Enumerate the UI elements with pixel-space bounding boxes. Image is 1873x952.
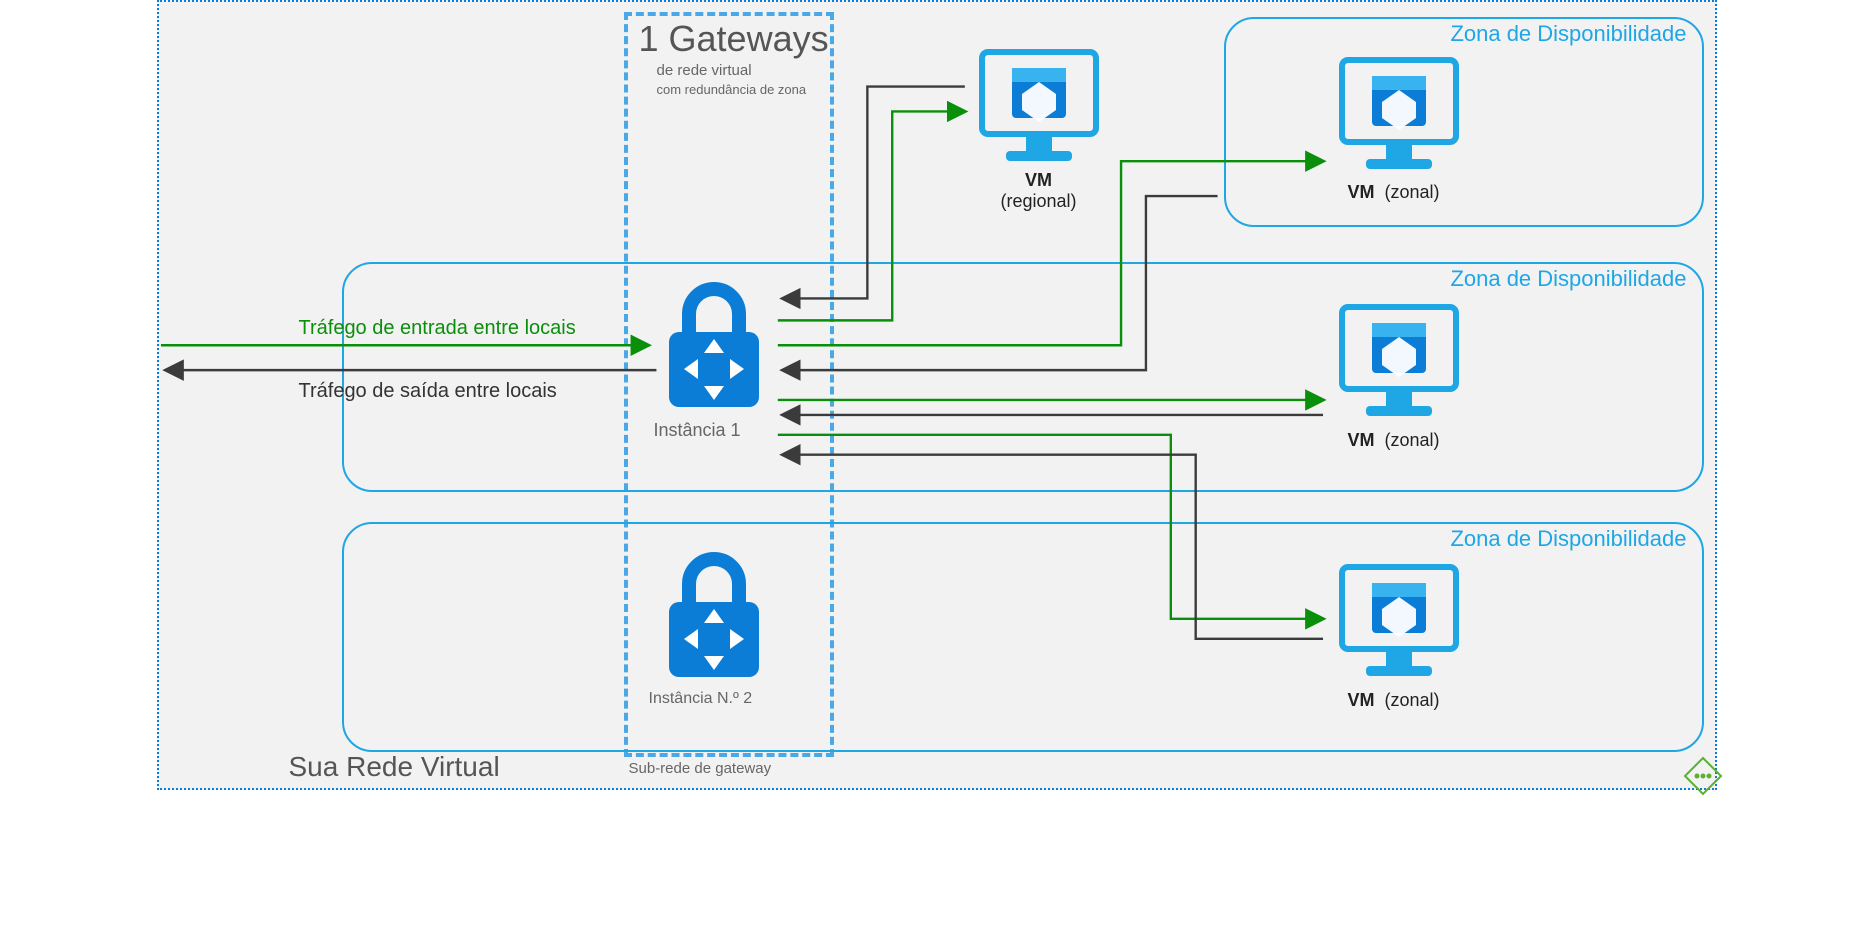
gateway-instance-1-label: Instância 1: [654, 420, 741, 441]
vm-zonal-2-name: VM: [1347, 430, 1374, 450]
gateway-instance-2-label: Instância N.º 2: [649, 690, 753, 708]
virtual-network-container: 1 Gateways de rede virtual com redundânc…: [157, 0, 1717, 790]
vm-zonal-2-label: VM (zonal): [1294, 430, 1494, 451]
vm-zonal-1-sub: (zonal): [1384, 182, 1439, 202]
availability-zone-2-title: Zona de Disponibilidade: [1450, 266, 1686, 292]
inbound-traffic-label: Tráfego de entrada entre locais: [299, 317, 576, 340]
gateway-subnet-label: Sub-rede de gateway: [629, 760, 772, 777]
availability-zone-2-box: Zona de Disponibilidade: [342, 262, 1704, 492]
resize-handle-icon[interactable]: [1683, 756, 1723, 796]
vm-regional-label: VM (regional): [939, 170, 1139, 212]
vm-zonal-1-name: VM: [1347, 182, 1374, 202]
virtual-network-label: Sua Rede Virtual: [289, 751, 500, 783]
gateway-instance-1-icon: [654, 277, 774, 417]
gateway-title-line2: de rede virtual: [657, 62, 752, 79]
vm-zonal-3-name: VM: [1347, 690, 1374, 710]
vm-zonal-1-label: VM (zonal): [1294, 182, 1494, 203]
vm-zonal-2-icon: [1334, 297, 1464, 427]
availability-zone-3-title: Zona de Disponibilidade: [1450, 526, 1686, 552]
availability-zone-1-title: Zona de Disponibilidade: [1450, 21, 1686, 47]
vm-regional-icon: [974, 42, 1104, 172]
gateway-title-line1: 1 Gateways: [639, 18, 829, 60]
vm-zonal-3-label: VM (zonal): [1294, 690, 1494, 711]
gateway-title-line3: com redundância de zona: [657, 82, 807, 97]
vm-zonal-1-icon: [1334, 50, 1464, 180]
vm-regional-name: VM: [1025, 170, 1052, 190]
vm-zonal-2-sub: (zonal): [1384, 430, 1439, 450]
vm-zonal-3-sub: (zonal): [1384, 690, 1439, 710]
outbound-traffic-label: Tráfego de saída entre locais: [299, 380, 557, 403]
vm-zonal-3-icon: [1334, 557, 1464, 687]
gateway-instance-2-icon: [654, 547, 774, 687]
availability-zone-3-box: Zona de Disponibilidade: [342, 522, 1704, 752]
vm-regional-sub: (regional): [1000, 191, 1076, 211]
